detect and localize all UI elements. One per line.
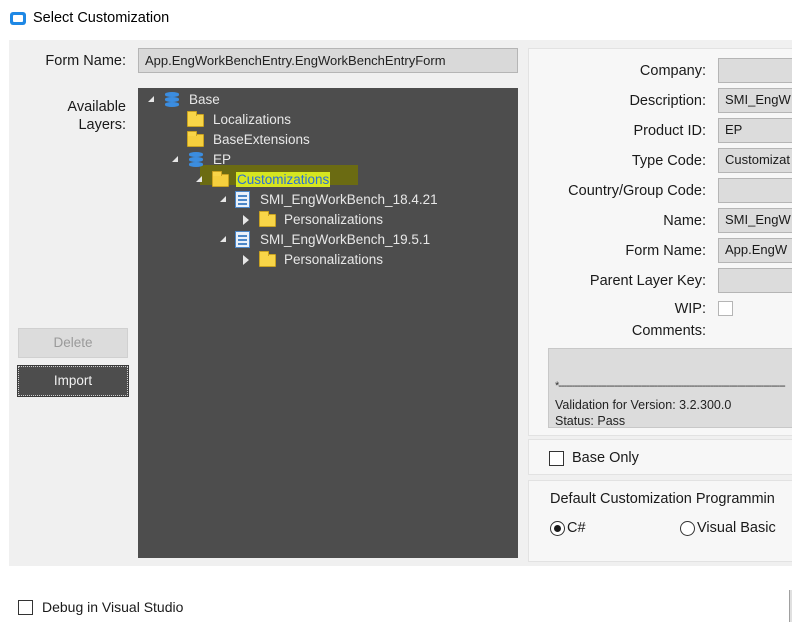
folder-icon: [259, 211, 276, 227]
app-window-icon: [10, 12, 26, 25]
document-icon: [235, 191, 250, 208]
tree-node-label: EP: [213, 152, 232, 167]
tree-node-personalizations-1[interactable]: Personalizations: [146, 210, 446, 230]
tree-node-label: SMI_EngWorkBench_18.4.21: [260, 192, 438, 207]
base-only-label: Base Only: [572, 450, 639, 466]
description-label: Description:: [629, 93, 706, 109]
database-icon: [187, 152, 203, 168]
debug-in-visual-studio-checkbox[interactable]: [18, 600, 33, 615]
language-heading: Default Customization Programmin: [550, 491, 775, 507]
available-layers-label-2: Layers:: [78, 117, 126, 133]
comments-box[interactable]: *---------------------------------------…: [548, 348, 792, 428]
form-name-field[interactable]: App.EngWorkBenchEntry.EngWorkBenchEntryF…: [138, 48, 518, 73]
tree-node-label: Customizations: [236, 172, 331, 187]
tree-node-label: SMI_EngWorkBench_19.5.1: [260, 232, 431, 247]
product-id-field[interactable]: EP: [718, 118, 792, 143]
folder-open-icon: [212, 171, 229, 187]
tree-node-ep[interactable]: EP: [146, 150, 346, 170]
tree-node-label: BaseExtensions: [213, 132, 310, 147]
folder-open-icon: [187, 131, 204, 147]
comments-separator: *---------------------------------------…: [555, 380, 786, 392]
company-label: Company:: [639, 63, 706, 79]
expand-arrow-icon[interactable]: [148, 96, 154, 102]
expand-arrow-icon[interactable]: [220, 196, 226, 202]
expand-arrow-icon[interactable]: [172, 156, 178, 162]
csharp-label: C#: [567, 520, 586, 536]
tree-node-baseextensions[interactable]: BaseExtensions: [146, 130, 396, 150]
delete-button[interactable]: Delete: [18, 328, 128, 358]
comments-line-1: Validation for Version: 3.2.300.0: [555, 398, 732, 412]
comments-line-2: Status: Pass: [555, 414, 626, 428]
product-id-label: Product ID:: [633, 123, 706, 139]
visual-basic-label: Visual Basic: [697, 520, 776, 536]
tree-node-base[interactable]: Base: [146, 90, 346, 110]
tree-node-label: Localizations: [213, 112, 292, 127]
expand-arrow-icon[interactable]: [196, 176, 202, 182]
visual-basic-radio[interactable]: [680, 521, 695, 536]
parent-layer-key-label: Parent Layer Key:: [589, 273, 706, 289]
collapse-arrow-icon[interactable]: [243, 215, 249, 225]
footer-divider: [0, 566, 792, 567]
country-group-code-label: Country/Group Code:: [568, 183, 706, 199]
base-only-checkbox[interactable]: [549, 451, 564, 466]
company-field[interactable]: [718, 58, 792, 83]
parent-layer-key-field[interactable]: [718, 268, 792, 293]
tree-node-localizations[interactable]: Localizations: [146, 110, 396, 130]
document-icon: [235, 231, 250, 248]
tree-node-personalizations-2[interactable]: Personalizations: [146, 250, 446, 270]
wip-label: WIP:: [674, 301, 706, 317]
tree-node-customization-1[interactable]: SMI_EngWorkBench_18.4.21: [146, 190, 476, 210]
name-label: Name:: [663, 213, 706, 229]
tree-node-customizations[interactable]: Customizations: [146, 170, 366, 190]
available-layers-label-1: Available: [67, 99, 126, 115]
comments-label: Comments:: [631, 323, 706, 339]
detail-form-name-field[interactable]: App.EngW: [718, 238, 792, 263]
tree-node-label: Base: [189, 92, 220, 107]
expand-arrow-icon[interactable]: [220, 236, 226, 242]
database-icon: [163, 92, 179, 108]
collapse-arrow-icon[interactable]: [243, 255, 249, 265]
country-group-code-field[interactable]: [718, 178, 792, 203]
tree-node-label: Personalizations: [284, 252, 384, 267]
detail-form-name-label: Form Name:: [625, 243, 706, 259]
type-code-label: Type Code:: [631, 153, 706, 169]
name-field[interactable]: SMI_EngW: [718, 208, 792, 233]
type-code-field[interactable]: Customizat: [718, 148, 792, 173]
description-field[interactable]: SMI_EngW: [718, 88, 792, 113]
import-button[interactable]: Import: [17, 365, 129, 397]
folder-icon: [187, 111, 204, 127]
tree-node-customization-2[interactable]: SMI_EngWorkBench_19.5.1: [146, 230, 476, 250]
form-name-label: Form Name:: [45, 53, 126, 69]
tree-node-label: Personalizations: [284, 212, 384, 227]
wip-checkbox[interactable]: [718, 301, 733, 316]
base-only-panel: [528, 439, 792, 475]
window-title: Select Customization: [33, 10, 170, 26]
debug-in-visual-studio-label: Debug in Visual Studio: [42, 599, 184, 615]
csharp-radio[interactable]: [550, 521, 565, 536]
folder-icon: [259, 251, 276, 267]
